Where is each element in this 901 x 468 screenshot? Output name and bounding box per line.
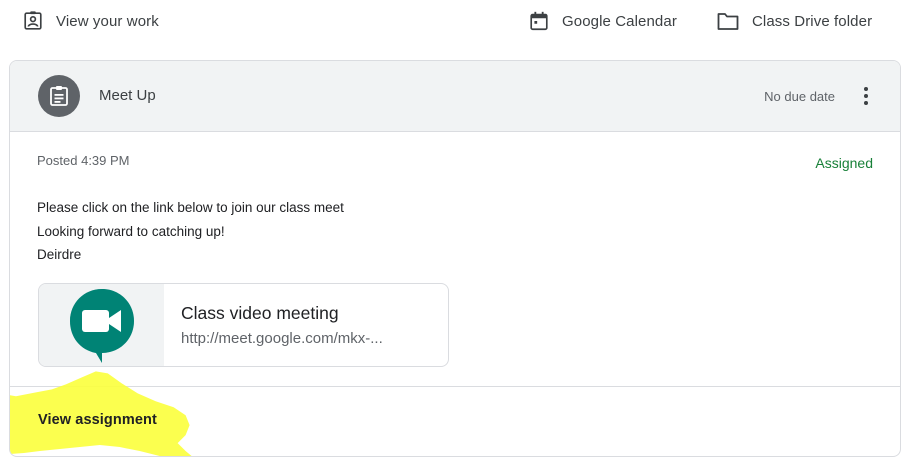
due-date: No due date (764, 89, 835, 104)
card-divider (10, 386, 900, 387)
more-options-button[interactable] (856, 83, 876, 109)
assignment-icon (38, 75, 80, 117)
view-your-work-link[interactable]: View your work (22, 8, 159, 34)
calendar-icon (528, 10, 550, 32)
description-line: Deirdre (37, 247, 82, 262)
assignment-ind-icon (22, 10, 44, 32)
google-calendar-label: Google Calendar (562, 12, 677, 30)
assignment-card: Meet Up No due date Posted 4:39 PM Assig… (9, 60, 901, 457)
description-line: Please click on the link below to join o… (37, 200, 344, 215)
assignment-title: Meet Up (99, 87, 156, 104)
attachment-url: http://meet.google.com/mkx-... (181, 330, 383, 347)
view-assignment-link[interactable]: View assignment (38, 412, 157, 428)
more-vert-icon (864, 87, 868, 105)
assignment-description: Please click on the link below to join o… (37, 196, 344, 267)
assignment-header[interactable]: Meet Up No due date (10, 61, 900, 132)
attachment-title: Class video meeting (181, 303, 339, 323)
class-drive-folder-label: Class Drive folder (752, 12, 873, 30)
status-badge: Assigned (815, 155, 873, 171)
google-calendar-link[interactable]: Google Calendar (528, 8, 677, 34)
folder-icon (716, 10, 740, 32)
view-your-work-label: View your work (56, 12, 159, 30)
posted-time: Posted 4:39 PM (37, 153, 130, 168)
description-line: Looking forward to catching up! (37, 223, 225, 239)
class-drive-folder-link[interactable]: Class Drive folder (716, 8, 872, 34)
meet-link-attachment[interactable]: Class video meeting http://meet.google.c… (38, 283, 449, 367)
attachment-thumbnail (39, 284, 164, 366)
google-meet-icon (69, 289, 134, 363)
top-actions-bar: View your work Google Calendar Class Dri… (0, 0, 901, 44)
